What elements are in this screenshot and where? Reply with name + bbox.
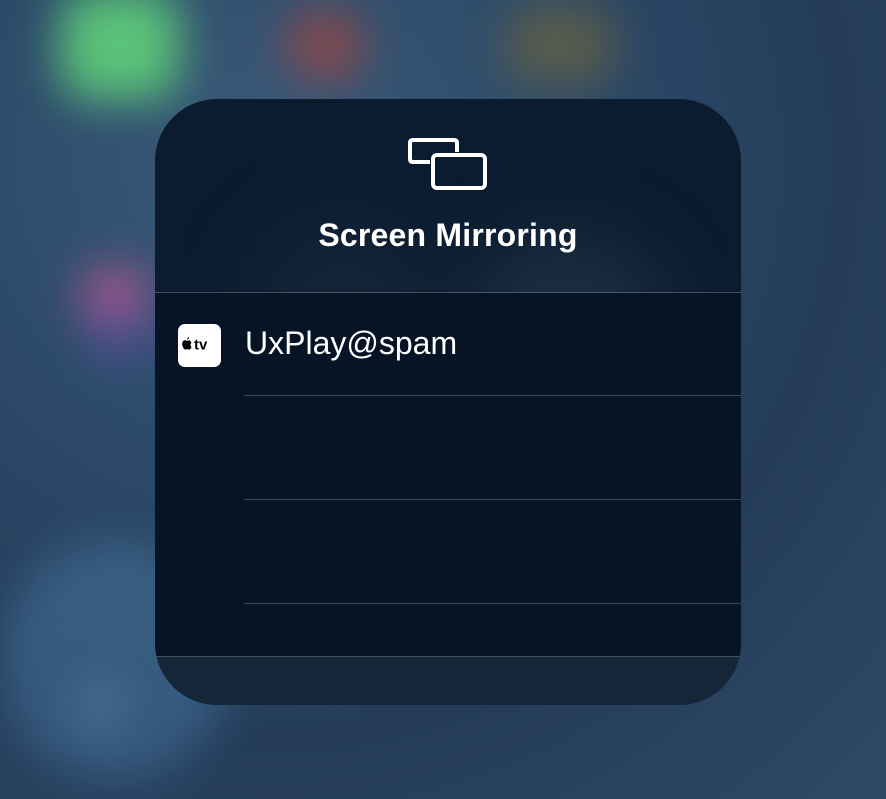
panel-footer <box>155 657 741 705</box>
dialog-title: Screen Mirroring <box>318 217 578 253</box>
apple-logo-icon: tv <box>182 337 208 354</box>
device-name: UxPlay@spam <box>245 325 458 361</box>
device-list: tv UxPlay@spam <box>155 293 741 656</box>
empty-device-row <box>155 500 741 603</box>
background-app-icon-red <box>285 10 365 80</box>
device-row-uxplay[interactable]: tv UxPlay@spam <box>155 293 741 395</box>
empty-device-row <box>155 396 741 499</box>
screen-mirroring-panel: Screen Mirroring tv UxPlay@spam <box>155 99 741 705</box>
panel-header: Screen Mirroring <box>155 99 741 292</box>
background-app-icon-blue <box>80 685 120 725</box>
screen-mirroring-icon <box>408 138 487 190</box>
svg-text:tv: tv <box>194 337 208 354</box>
row-divider <box>244 603 741 604</box>
apple-tv-icon: tv <box>178 324 221 367</box>
background-app-icon-olive <box>505 5 615 85</box>
background-app-icon-purple <box>88 318 148 363</box>
background-app-icon-green <box>60 0 180 100</box>
